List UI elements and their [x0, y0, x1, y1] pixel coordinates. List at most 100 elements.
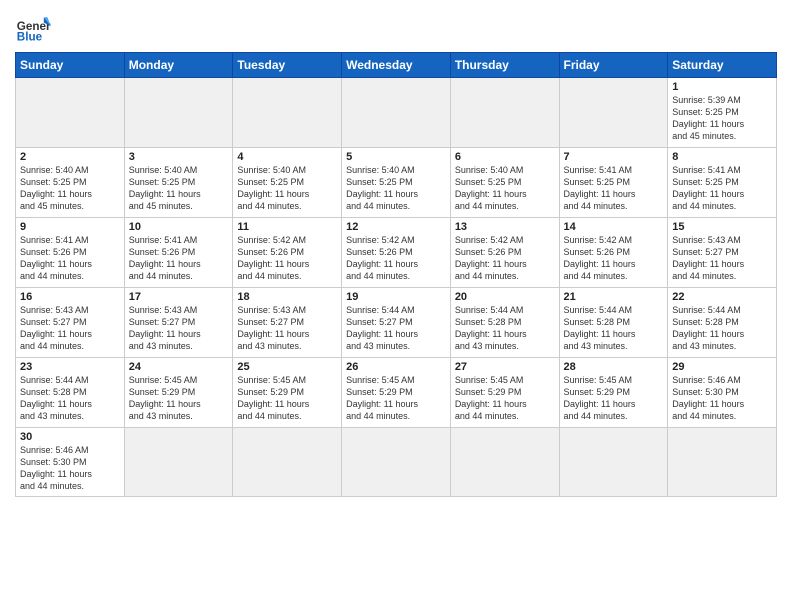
day-info: Sunrise: 5:42 AMSunset: 5:26 PMDaylight:… — [564, 234, 664, 283]
day-info: Sunrise: 5:43 AMSunset: 5:27 PMDaylight:… — [672, 234, 772, 283]
day-number: 26 — [346, 361, 446, 373]
week-row-0: 1Sunrise: 5:39 AMSunset: 5:25 PMDaylight… — [16, 78, 777, 148]
day-number: 2 — [20, 151, 120, 163]
day-cell: 15Sunrise: 5:43 AMSunset: 5:27 PMDayligh… — [668, 218, 777, 288]
day-number: 12 — [346, 221, 446, 233]
day-cell: 1Sunrise: 5:39 AMSunset: 5:25 PMDaylight… — [668, 78, 777, 148]
day-cell — [559, 78, 668, 148]
day-number: 29 — [672, 361, 772, 373]
day-cell — [559, 428, 668, 497]
day-cell: 16Sunrise: 5:43 AMSunset: 5:27 PMDayligh… — [16, 288, 125, 358]
day-cell: 25Sunrise: 5:45 AMSunset: 5:29 PMDayligh… — [233, 358, 342, 428]
day-cell — [668, 428, 777, 497]
day-info: Sunrise: 5:39 AMSunset: 5:25 PMDaylight:… — [672, 94, 772, 143]
day-number: 1 — [672, 81, 772, 93]
day-number: 13 — [455, 221, 555, 233]
day-info: Sunrise: 5:40 AMSunset: 5:25 PMDaylight:… — [346, 164, 446, 213]
day-info: Sunrise: 5:41 AMSunset: 5:26 PMDaylight:… — [129, 234, 229, 283]
weekday-header-monday: Monday — [124, 53, 233, 78]
day-info: Sunrise: 5:41 AMSunset: 5:25 PMDaylight:… — [564, 164, 664, 213]
day-cell: 26Sunrise: 5:45 AMSunset: 5:29 PMDayligh… — [342, 358, 451, 428]
day-number: 14 — [564, 221, 664, 233]
day-number: 6 — [455, 151, 555, 163]
weekday-header-row: SundayMondayTuesdayWednesdayThursdayFrid… — [16, 53, 777, 78]
svg-text:Blue: Blue — [17, 31, 43, 44]
logo: General Blue — [15, 10, 51, 46]
day-number: 5 — [346, 151, 446, 163]
day-info: Sunrise: 5:40 AMSunset: 5:25 PMDaylight:… — [455, 164, 555, 213]
day-number: 17 — [129, 291, 229, 303]
week-row-4: 23Sunrise: 5:44 AMSunset: 5:28 PMDayligh… — [16, 358, 777, 428]
day-info: Sunrise: 5:44 AMSunset: 5:28 PMDaylight:… — [20, 374, 120, 423]
day-info: Sunrise: 5:44 AMSunset: 5:28 PMDaylight:… — [672, 304, 772, 353]
day-number: 18 — [237, 291, 337, 303]
day-cell — [233, 428, 342, 497]
weekday-header-friday: Friday — [559, 53, 668, 78]
day-info: Sunrise: 5:44 AMSunset: 5:28 PMDaylight:… — [455, 304, 555, 353]
week-row-2: 9 Sunrise: 5:41 AMSunset: 5:26 PMDaylight… — [16, 218, 777, 288]
week-row-1: 2 Sunrise: 5:40 AMSunset: 5:25 PMDaylight… — [16, 148, 777, 218]
day-cell: 22Sunrise: 5:44 AMSunset: 5:28 PMDayligh… — [668, 288, 777, 358]
day-cell: 6Sunrise: 5:40 AMSunset: 5:25 PMDaylight… — [450, 148, 559, 218]
day-cell: 2Sunrise: 5:40 AMSunset: 5:25 PMDaylight… — [16, 148, 125, 218]
day-info: Sunrise: 5:43 AMSunset: 5:27 PMDaylight:… — [237, 304, 337, 353]
day-cell: 7Sunrise: 5:41 AMSunset: 5:25 PMDaylight… — [559, 148, 668, 218]
day-cell — [124, 428, 233, 497]
day-number: 28 — [564, 361, 664, 373]
day-info: Sunrise: 5:42 AMSunset: 5:26 PMDaylight:… — [237, 234, 337, 283]
day-cell: 9Sunrise: 5:41 AMSunset: 5:26 PMDaylight… — [16, 218, 125, 288]
day-cell: 19Sunrise: 5:44 AMSunset: 5:27 PMDayligh… — [342, 288, 451, 358]
day-cell: 8Sunrise: 5:41 AMSunset: 5:25 PMDaylight… — [668, 148, 777, 218]
day-cell: 13Sunrise: 5:42 AMSunset: 5:26 PMDayligh… — [450, 218, 559, 288]
day-cell: 21Sunrise: 5:44 AMSunset: 5:28 PMDayligh… — [559, 288, 668, 358]
day-number: 21 — [564, 291, 664, 303]
day-number: 22 — [672, 291, 772, 303]
header: General Blue — [15, 10, 777, 46]
weekday-header-wednesday: Wednesday — [342, 53, 451, 78]
day-info: Sunrise: 5:45 AMSunset: 5:29 PMDaylight:… — [564, 374, 664, 423]
day-info: Sunrise: 5:40 AMSunset: 5:25 PMDaylight:… — [237, 164, 337, 213]
day-number: 20 — [455, 291, 555, 303]
day-cell: 29Sunrise: 5:46 AMSunset: 5:30 PMDayligh… — [668, 358, 777, 428]
day-number: 25 — [237, 361, 337, 373]
day-number: 3 — [129, 151, 229, 163]
weekday-header-sunday: Sunday — [16, 53, 125, 78]
day-number: 23 — [20, 361, 120, 373]
day-number: 4 — [237, 151, 337, 163]
day-cell — [342, 78, 451, 148]
day-info: Sunrise: 5:42 AMSunset: 5:26 PMDaylight:… — [455, 234, 555, 283]
day-cell: 4Sunrise: 5:40 AMSunset: 5:25 PMDaylight… — [233, 148, 342, 218]
day-number: 10 — [129, 221, 229, 233]
weekday-header-tuesday: Tuesday — [233, 53, 342, 78]
day-info: Sunrise: 5:42 AMSunset: 5:26 PMDaylight:… — [346, 234, 446, 283]
day-cell: 14Sunrise: 5:42 AMSunset: 5:26 PMDayligh… — [559, 218, 668, 288]
day-cell: 24Sunrise: 5:45 AMSunset: 5:29 PMDayligh… — [124, 358, 233, 428]
day-cell — [16, 78, 125, 148]
weekday-header-thursday: Thursday — [450, 53, 559, 78]
day-info: Sunrise: 5:40 AMSunset: 5:25 PMDaylight:… — [129, 164, 229, 213]
day-info: Sunrise: 5:45 AMSunset: 5:29 PMDaylight:… — [346, 374, 446, 423]
day-cell: 30Sunrise: 5:46 AMSunset: 5:30 PMDayligh… — [16, 428, 125, 497]
day-info: Sunrise: 5:44 AMSunset: 5:27 PMDaylight:… — [346, 304, 446, 353]
week-row-5: 30Sunrise: 5:46 AMSunset: 5:30 PMDayligh… — [16, 428, 777, 497]
day-number: 8 — [672, 151, 772, 163]
day-cell: 10Sunrise: 5:41 AMSunset: 5:26 PMDayligh… — [124, 218, 233, 288]
day-number: 30 — [20, 431, 120, 443]
day-info: Sunrise: 5:45 AMSunset: 5:29 PMDaylight:… — [455, 374, 555, 423]
day-cell: 27Sunrise: 5:45 AMSunset: 5:29 PMDayligh… — [450, 358, 559, 428]
weekday-header-saturday: Saturday — [668, 53, 777, 78]
day-info: Sunrise: 5:45 AMSunset: 5:29 PMDaylight:… — [237, 374, 337, 423]
day-info: Sunrise: 5:44 AMSunset: 5:28 PMDaylight:… — [564, 304, 664, 353]
calendar-table: SundayMondayTuesdayWednesdayThursdayFrid… — [15, 52, 777, 497]
day-cell: 17Sunrise: 5:43 AMSunset: 5:27 PMDayligh… — [124, 288, 233, 358]
day-number: 19 — [346, 291, 446, 303]
day-info: Sunrise: 5:43 AMSunset: 5:27 PMDaylight:… — [129, 304, 229, 353]
day-cell — [450, 428, 559, 497]
day-number: 7 — [564, 151, 664, 163]
day-cell: 11Sunrise: 5:42 AMSunset: 5:26 PMDayligh… — [233, 218, 342, 288]
day-number: 9 — [20, 221, 120, 233]
day-cell: 3Sunrise: 5:40 AMSunset: 5:25 PMDaylight… — [124, 148, 233, 218]
day-info: Sunrise: 5:41 AMSunset: 5:25 PMDaylight:… — [672, 164, 772, 213]
page: General Blue SundayMondayTuesdayWednesda… — [0, 0, 792, 507]
day-cell: 23Sunrise: 5:44 AMSunset: 5:28 PMDayligh… — [16, 358, 125, 428]
